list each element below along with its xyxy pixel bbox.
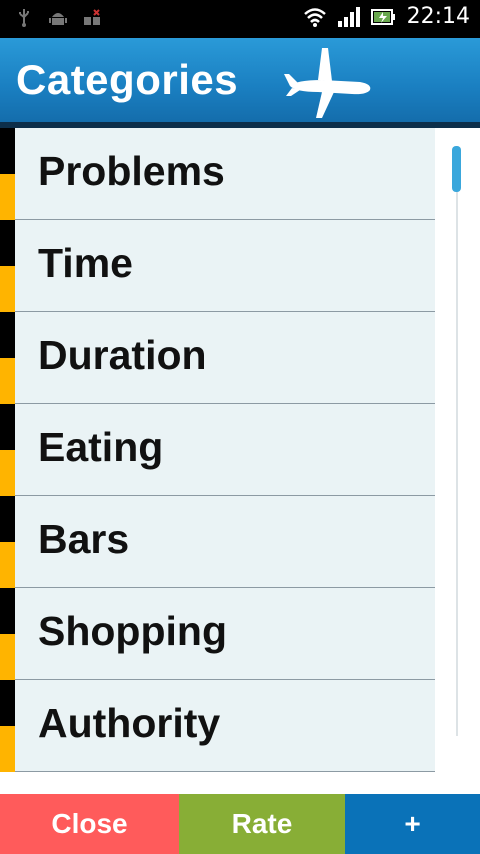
list-item-label: Duration <box>38 332 207 378</box>
add-button[interactable]: + <box>345 794 480 854</box>
list-item-label: Time <box>38 240 133 286</box>
list-item-label: Bars <box>38 516 130 562</box>
android-debug-icon <box>49 13 67 25</box>
row-stripe <box>0 404 15 496</box>
status-bar: 22:14 <box>0 0 480 38</box>
app-header: Categories <box>0 38 480 128</box>
close-button[interactable]: Close <box>0 794 179 854</box>
row-stripe <box>0 220 15 312</box>
list-item[interactable]: Duration <box>0 312 435 404</box>
airplane-icon <box>284 48 371 118</box>
scrollbar-track[interactable] <box>456 146 458 736</box>
list-item[interactable]: Time <box>0 220 435 312</box>
wifi-icon <box>303 7 326 27</box>
row-stripe <box>0 312 15 404</box>
usb-icon <box>19 9 29 27</box>
notification-icons <box>14 8 102 28</box>
category-list[interactable]: Problems Time Duration Eating Bars Shopp… <box>0 128 435 774</box>
signal-icon <box>337 6 360 27</box>
bottom-action-bar: Close Rate + <box>0 794 480 854</box>
clock: 22:14 <box>406 4 470 29</box>
row-stripe <box>0 588 15 680</box>
row-stripe <box>0 680 15 772</box>
scrollbar-thumb[interactable] <box>452 146 461 192</box>
system-icons: 22:14 <box>303 4 470 29</box>
list-item-label: Eating <box>38 424 164 470</box>
row-stripe <box>0 128 15 220</box>
rate-button[interactable]: Rate <box>179 794 345 854</box>
battery-charging-icon <box>370 8 395 25</box>
list-item-label: Shopping <box>38 608 228 654</box>
list-item[interactable]: Authority <box>0 680 435 772</box>
list-item-label: Problems <box>38 148 225 194</box>
list-item[interactable]: Bars <box>0 496 435 588</box>
list-item[interactable]: Eating <box>0 404 435 496</box>
no-sim-icon <box>84 9 100 25</box>
list-item[interactable]: Shopping <box>0 588 435 680</box>
list-item[interactable]: Problems <box>0 128 435 220</box>
list-item-label: Authority <box>38 700 221 746</box>
page-title: Categories <box>16 56 239 103</box>
row-stripe <box>0 496 15 588</box>
